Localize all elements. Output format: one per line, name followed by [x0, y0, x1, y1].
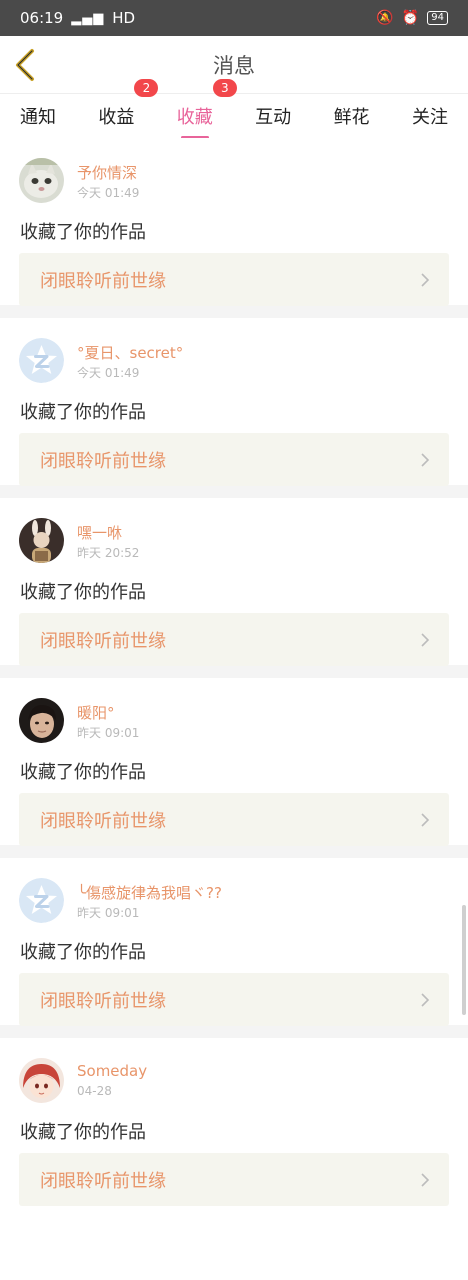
chevron-right-icon	[421, 452, 430, 467]
action-text: 收藏了你的作品	[20, 402, 146, 423]
list-item: ╰傷感旋律為我唱ヾ?? 昨天 09:01 收藏了你的作品 闭眼聆听前世缘	[0, 858, 468, 1038]
action-text: 收藏了你的作品	[20, 1122, 146, 1143]
tab-label: 互动	[255, 107, 292, 128]
tab-label: 收益	[98, 107, 135, 128]
action-text: 收藏了你的作品	[20, 222, 146, 243]
username[interactable]: ╰傷感旋律為我唱ヾ??	[77, 882, 222, 903]
favorites-feed: 予你情深 今天 01:49 收藏了你的作品 闭眼聆听前世缘 °夏日、secret…	[0, 138, 468, 1218]
work-link[interactable]: 闭眼聆听前世缘	[19, 1153, 449, 1206]
mute-icon: 🔕	[376, 10, 394, 26]
default-avatar-icon	[19, 338, 64, 383]
work-link[interactable]: 闭眼聆听前世缘	[19, 613, 449, 666]
timestamp: 今天 01:49	[77, 366, 140, 380]
battery-icon: 94	[427, 11, 448, 25]
timestamp: 04-28	[77, 1084, 112, 1098]
list-item: Someday 04-28 收藏了你的作品 闭眼聆听前世缘	[0, 1038, 468, 1218]
tab-label: 鲜花	[333, 107, 370, 128]
earnings-count-badge: 2	[134, 79, 159, 97]
avatar[interactable]	[19, 158, 64, 203]
back-chevron-icon[interactable]	[10, 46, 44, 84]
chevron-right-icon	[421, 632, 430, 647]
action-text: 收藏了你的作品	[20, 942, 146, 963]
username[interactable]: 暖阳°	[77, 702, 115, 723]
page-title: 消息	[213, 53, 255, 78]
avatar[interactable]	[19, 518, 64, 563]
chevron-right-icon	[421, 1172, 430, 1187]
work-title: 闭眼聆听前世缘	[40, 270, 166, 292]
favorites-count-badge: 3	[212, 79, 237, 97]
hd-label: HD	[112, 9, 136, 27]
tab-bar: 通知 收益 2 收藏 3 互动 鲜花 关注	[0, 79, 468, 139]
status-bar: 06:19 ▂▄▆ HD 🔕 ⏰ 94	[0, 0, 468, 36]
work-link[interactable]: 闭眼聆听前世缘	[19, 973, 449, 1026]
timestamp: 今天 01:49	[77, 186, 140, 200]
work-title: 闭眼聆听前世缘	[40, 450, 166, 472]
signal-icon: ▂▄▆	[71, 10, 105, 26]
list-item: 暖阳° 昨天 09:01 收藏了你的作品 闭眼聆听前世缘	[0, 678, 468, 858]
tab-notice[interactable]: 通知	[18, 103, 58, 129]
tab-favorites[interactable]: 收藏 3	[175, 79, 237, 139]
avatar[interactable]	[19, 698, 64, 743]
timestamp: 昨天 20:52	[77, 546, 140, 560]
work-title: 闭眼聆听前世缘	[40, 1170, 166, 1192]
username[interactable]: 予你情深	[77, 162, 137, 183]
work-title: 闭眼聆听前世缘	[40, 630, 166, 652]
tab-label: 关注	[411, 107, 448, 128]
username[interactable]: 嘿一咻	[77, 522, 122, 543]
timestamp: 昨天 09:01	[77, 906, 140, 920]
work-link[interactable]: 闭眼聆听前世缘	[19, 253, 449, 306]
tab-interactions[interactable]: 互动	[253, 103, 293, 129]
tab-flowers[interactable]: 鲜花	[332, 103, 372, 129]
action-text: 收藏了你的作品	[20, 582, 146, 603]
work-link[interactable]: 闭眼聆听前世缘	[19, 793, 449, 846]
timestamp: 昨天 09:01	[77, 726, 140, 740]
status-time: 06:19	[20, 9, 64, 27]
portrait-avatar-icon	[19, 698, 64, 743]
work-link[interactable]: 闭眼聆听前世缘	[19, 433, 449, 486]
avatar[interactable]	[19, 1058, 64, 1103]
action-text: 收藏了你的作品	[20, 762, 146, 783]
avatar[interactable]	[19, 338, 64, 383]
tab-label: 收藏	[176, 107, 213, 128]
tab-earnings[interactable]: 收益 2	[96, 79, 159, 129]
tab-label: 通知	[20, 107, 56, 128]
chevron-right-icon	[421, 812, 430, 827]
list-item: °夏日、secret° 今天 01:49 收藏了你的作品 闭眼聆听前世缘	[0, 318, 468, 498]
work-title: 闭眼聆听前世缘	[40, 810, 166, 832]
username[interactable]: Someday	[77, 1062, 147, 1080]
chevron-right-icon	[421, 992, 430, 1007]
list-item: 嘿一咻 昨天 20:52 收藏了你的作品 闭眼聆听前世缘	[0, 498, 468, 678]
tab-follow[interactable]: 关注	[410, 103, 450, 129]
alarm-icon: ⏰	[401, 10, 420, 26]
bunny-avatar-icon	[19, 518, 64, 563]
work-title: 闭眼聆听前世缘	[40, 990, 166, 1012]
anime-avatar-icon	[19, 1058, 64, 1103]
cat-avatar-icon	[19, 158, 64, 203]
default-avatar-icon	[19, 878, 64, 923]
chevron-right-icon	[421, 272, 430, 287]
username[interactable]: °夏日、secret°	[77, 342, 183, 363]
list-item: 予你情深 今天 01:49 收藏了你的作品 闭眼聆听前世缘	[0, 138, 468, 318]
avatar[interactable]	[19, 878, 64, 923]
scrollbar[interactable]	[462, 905, 466, 1015]
